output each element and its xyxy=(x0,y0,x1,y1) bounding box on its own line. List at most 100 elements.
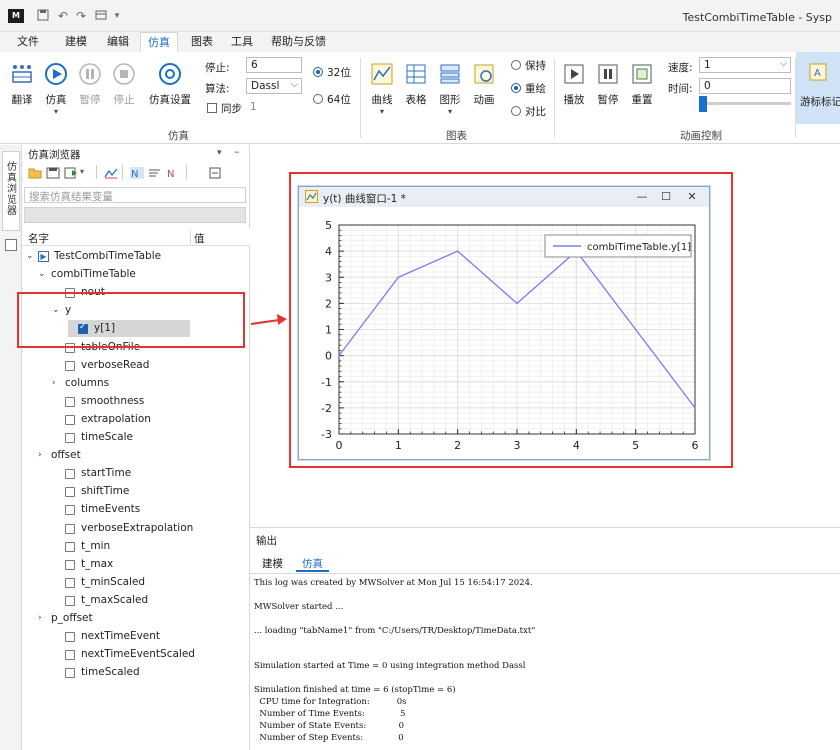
search-input[interactable]: 搜索仿真结果变量 xyxy=(24,187,246,203)
time-input[interactable]: 0 xyxy=(699,78,791,94)
tree-row[interactable]: verboseRead xyxy=(0,357,228,375)
layout-icon[interactable] xyxy=(94,9,108,23)
chevron-down-icon[interactable]: ▾ xyxy=(36,107,76,116)
tree-row[interactable]: startTime xyxy=(0,465,228,483)
tree-row[interactable]: nextTimeEvent xyxy=(0,628,228,646)
menu-tab-modeling[interactable]: 建模 xyxy=(58,32,94,52)
save-result-icon[interactable] xyxy=(46,167,60,179)
tree-row[interactable]: t_max xyxy=(0,556,228,574)
chevron-down-icon[interactable]: ⌄ xyxy=(26,251,34,261)
variable-checkbox[interactable] xyxy=(65,523,75,534)
variable-checkbox[interactable] xyxy=(65,632,75,643)
tree-row[interactable]: timeScaled xyxy=(0,664,228,682)
tree-row[interactable]: › offset xyxy=(0,447,228,465)
variable-checkbox[interactable] xyxy=(65,433,75,443)
menu-tab-chart[interactable]: 图表 xyxy=(184,32,220,52)
maximize-button[interactable]: ☐ xyxy=(657,189,675,205)
stop-button[interactable]: 停止 xyxy=(104,62,144,107)
chevron-right-icon[interactable]: › xyxy=(52,378,56,388)
y-tick-label: 3 xyxy=(325,271,332,284)
menu-tab-tools[interactable]: 工具 xyxy=(224,32,260,52)
chevron-down-icon[interactable]: ▾ xyxy=(362,107,402,116)
variable-checkbox[interactable] xyxy=(65,595,75,606)
menu-tab-help[interactable]: 帮助与反馈 xyxy=(264,32,333,52)
export-icon[interactable] xyxy=(64,167,78,179)
variable-checkbox[interactable] xyxy=(65,505,75,516)
minimize-panel-icon[interactable]: – xyxy=(234,145,240,158)
keep-radio[interactable] xyxy=(511,60,521,70)
tree-row[interactable]: ⌄ combiTimeTable xyxy=(0,266,228,284)
plot-window-titlebar[interactable]: y(t) 曲线窗口-1 * — ☐ ✕ xyxy=(299,187,709,207)
variable-checkbox[interactable] xyxy=(65,396,75,407)
tree-row[interactable]: verboseExtrapolation xyxy=(0,520,228,538)
anim-reset-button[interactable]: 重置 xyxy=(622,62,662,107)
tree-row[interactable]: timeEvents xyxy=(0,501,228,519)
chevron-down-icon[interactable]: ⌄ xyxy=(38,269,46,279)
overlay-radio[interactable] xyxy=(511,83,521,93)
tree-row[interactable]: timeScale xyxy=(0,429,228,447)
menu-tab-file[interactable]: 文件 xyxy=(10,32,46,52)
variable-checkbox[interactable] xyxy=(65,469,75,480)
anim-reset-icon xyxy=(632,64,652,84)
menu-tab-edit[interactable]: 编辑 xyxy=(100,32,136,52)
cursor-mark-button[interactable]: A 游标标记 xyxy=(796,52,840,124)
sim-settings-button[interactable]: 仿真设置 xyxy=(146,62,194,107)
tree-row[interactable]: shiftTime xyxy=(0,483,228,501)
tree-row[interactable]: nextTimeEventScaled xyxy=(0,646,228,664)
value-column-header[interactable]: 值 xyxy=(194,231,205,246)
filter-bar[interactable] xyxy=(24,207,246,223)
customize-chevron-icon[interactable]: ▾ xyxy=(110,9,124,23)
tree-row[interactable]: ⌄ ▶ TestCombiTimeTable xyxy=(0,248,228,266)
time-slider-track[interactable] xyxy=(699,102,791,105)
plot-variable-icon[interactable] xyxy=(104,167,118,179)
variable-checkbox[interactable] xyxy=(65,414,75,425)
algorithm-select[interactable]: Dassl ⌵ xyxy=(246,78,302,94)
bit32-radio[interactable] xyxy=(313,67,323,77)
tree-row[interactable]: extrapolation xyxy=(0,411,228,429)
tree-row[interactable]: t_min xyxy=(0,538,228,556)
speed-select[interactable]: 1 ⌵ xyxy=(699,57,791,73)
browser-dock-tab[interactable]: 仿真浏览器 xyxy=(2,151,20,231)
tree-row[interactable]: t_maxScaled xyxy=(0,592,228,610)
redo-icon[interactable]: ↷ xyxy=(74,9,88,23)
save-icon[interactable] xyxy=(36,9,50,23)
undo-icon[interactable]: ↶ xyxy=(56,9,70,23)
sync-checkbox[interactable] xyxy=(207,103,217,113)
name-column-header[interactable]: 名字 xyxy=(28,231,49,246)
compare-radio[interactable] xyxy=(511,106,521,116)
animation-button[interactable]: 动画 xyxy=(464,62,504,107)
highlight-icon[interactable]: N xyxy=(166,167,180,179)
variable-checkbox[interactable] xyxy=(65,559,75,570)
tree-row[interactable]: › p_offset xyxy=(0,610,228,628)
output-tab-simulation[interactable]: 仿真 xyxy=(296,556,329,572)
bit64-radio[interactable] xyxy=(313,94,323,104)
output-tab-modeling[interactable]: 建模 xyxy=(256,556,289,572)
column-divider[interactable] xyxy=(190,229,191,245)
variable-checkbox[interactable] xyxy=(65,541,75,552)
variable-checkbox[interactable] xyxy=(65,668,75,679)
svg-text:N: N xyxy=(131,169,138,179)
stop-time-input[interactable]: 6 xyxy=(246,57,302,73)
variable-checkbox[interactable] xyxy=(65,650,75,661)
minimize-button[interactable]: — xyxy=(633,189,651,205)
sort-icon[interactable] xyxy=(148,167,162,179)
menu-tab-simulation[interactable]: 仿真 xyxy=(140,32,178,52)
chevron-right-icon[interactable]: › xyxy=(38,450,42,460)
chart-area[interactable]: 0 1 2 3 4 5 6 -3 -2 -1 0 1 2 3 4 5 combiTimeTable.y[1] xyxy=(299,207,709,459)
chevron-down-icon[interactable]: ▾ xyxy=(80,167,84,176)
chevron-down-icon[interactable]: ▾ xyxy=(217,148,222,158)
variable-checkbox[interactable] xyxy=(65,360,75,371)
chevron-down-icon[interactable]: ▾ xyxy=(430,107,470,116)
tree-row[interactable]: › columns xyxy=(0,375,228,393)
tree-row[interactable]: t_minScaled xyxy=(0,574,228,592)
filter-icon[interactable]: N xyxy=(130,167,144,179)
close-button[interactable]: ✕ xyxy=(683,189,701,205)
time-slider-handle[interactable] xyxy=(699,96,707,112)
variable-checkbox[interactable] xyxy=(65,487,75,498)
variable-checkbox[interactable] xyxy=(65,577,75,588)
y-tick-label: -1 xyxy=(321,376,332,389)
collapse-all-icon[interactable] xyxy=(208,167,222,179)
open-folder-icon[interactable] xyxy=(28,167,42,179)
chevron-right-icon[interactable]: › xyxy=(38,613,42,623)
tree-row[interactable]: smoothness xyxy=(0,393,228,411)
